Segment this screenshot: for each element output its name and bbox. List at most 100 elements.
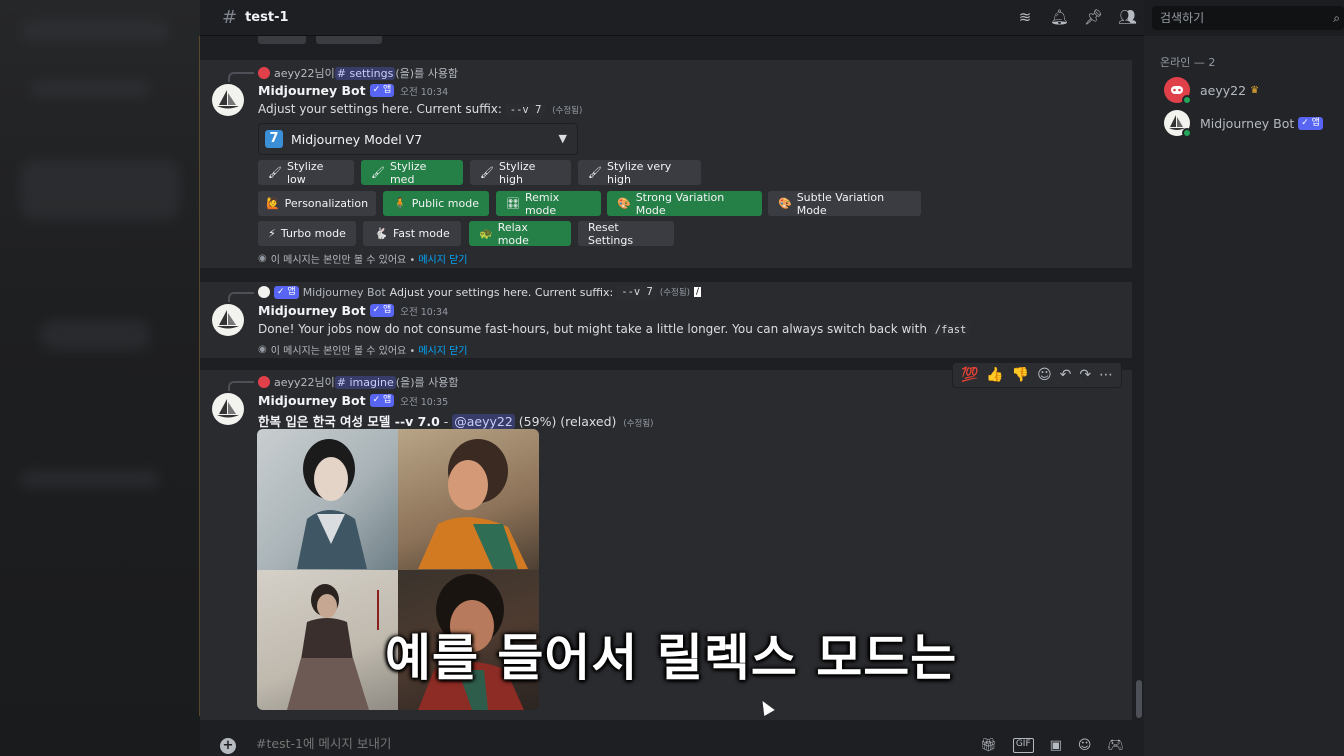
relax-mode-button[interactable]: 🐢 Relax mode [469, 220, 571, 247]
ref-code: --v 7 [617, 285, 657, 299]
crown-icon: ♛ [1250, 84, 1260, 96]
suffix-code: --v 7 [505, 103, 546, 117]
lightning-icon: ⚡ [268, 227, 276, 240]
button-label: Stylize low [286, 159, 324, 186]
button-label: Reset Settings [588, 220, 634, 247]
gif-icon[interactable]: GIF [1012, 738, 1034, 753]
control-knobs-icon: 🎛 [506, 197, 520, 210]
person-standing-icon: 🧍 [393, 197, 407, 210]
bot-avatar[interactable] [212, 84, 244, 116]
turbo-mode-button[interactable]: ⚡ Turbo mode [258, 221, 356, 246]
generated-image[interactable] [257, 429, 398, 570]
channel-name: test-1 [245, 10, 289, 25]
emoji-icon[interactable]: ☺ [1078, 738, 1092, 753]
text: Done! Your jobs now do not consume fast-… [258, 322, 927, 336]
generated-image[interactable] [257, 569, 398, 710]
button-label: Stylize med [389, 159, 427, 186]
edited-label: (수정됨) [659, 288, 690, 298]
ref-text: Adjust your settings here. Current suffi… [389, 285, 614, 299]
button-label: Strong Variation Mode [635, 190, 725, 217]
hundred-reaction-icon[interactable]: 💯 [961, 367, 978, 383]
ephemeral-notice: ◉ 이 메시지는 본인만 볼 수 있어요 • 메시지 닫기 [258, 342, 468, 357]
author-name[interactable]: Midjourney Bot [258, 303, 366, 318]
user-mention[interactable]: @aeyy22 [452, 414, 515, 429]
app-badge: ✓ 앱 [369, 84, 395, 97]
brush-icon: 🖌 [268, 166, 282, 179]
ref-suffix: (을)를 사용함 [395, 67, 459, 80]
message-text: Adjust your settings here. Current suffi… [258, 102, 582, 117]
model-select[interactable]: 7 Midjourney Model V7 ▼ [258, 123, 578, 155]
message-author: Midjourney Bot ✓ 앱 오전 10:34 [258, 303, 448, 318]
author-name[interactable]: Midjourney Bot [258, 393, 366, 408]
command-mention[interactable]: # imagine [334, 375, 396, 389]
bot-avatar[interactable] [212, 304, 244, 336]
reset-settings-button[interactable]: Reset Settings [578, 220, 674, 247]
search-icon: ⌕ [1333, 11, 1340, 25]
subtle-variation-mode-button[interactable]: 🎨 Subtle Variation Mode [768, 190, 921, 217]
select-value: Midjourney Model V7 [291, 131, 423, 147]
command-mention[interactable]: # settings [334, 66, 396, 80]
search-input[interactable]: 검색하기 ⌕ [1152, 6, 1344, 30]
midjourney-boat-icon [217, 90, 239, 109]
gamepad-icon[interactable]: 🎮︎ [1107, 738, 1124, 753]
avatar [1164, 110, 1192, 138]
strong-variation-mode-button[interactable]: 🎨 Strong Variation Mode [607, 190, 762, 217]
button-label: Personalization [284, 197, 369, 210]
author-name[interactable]: Midjourney Bot [258, 83, 366, 98]
brush-icon: 🖌 [480, 166, 494, 179]
fast-mode-button[interactable]: 🐇 Fast mode [363, 221, 461, 246]
sticker-icon[interactable]: ▣ [1050, 738, 1062, 753]
add-reaction-icon[interactable]: ☺ [1037, 367, 1052, 383]
personalization-button[interactable]: 🙋 Personalization [258, 191, 376, 216]
message-input[interactable] [256, 736, 656, 751]
ref-suffix: (을)를 사용함 [395, 376, 459, 389]
thumbs-up-reaction-icon[interactable]: 👍 [986, 367, 1003, 383]
button-label: Relax mode [497, 220, 529, 247]
command-reference: aeyy22 님이 # imagine (을)를 사용함 [228, 374, 459, 391]
text: Adjust your settings here. Current suffi… [258, 102, 502, 116]
stylize-high-button[interactable]: 🖌 Stylize high [470, 160, 571, 186]
button-label: Subtle Variation Mode [796, 190, 885, 217]
ephemeral-text: 이 메시지는 본인만 볼 수 있어요 • [270, 255, 416, 266]
gift-icon[interactable]: 🎁︎ [980, 738, 997, 753]
button-label: Turbo mode [280, 227, 346, 240]
forward-icon[interactable]: ↷ [1079, 367, 1091, 383]
midjourney-boat-icon [217, 399, 239, 418]
public-mode-button[interactable]: 🧍 Public mode [383, 191, 489, 216]
threads-icon[interactable]: ≋ [1016, 8, 1034, 26]
cutoff-button[interactable] [316, 36, 382, 44]
timestamp: 오전 10:34 [400, 86, 449, 98]
progress-text: (59%) (relaxed) [518, 414, 617, 429]
member-item-midjourney-bot[interactable]: Midjourney Bot ✓ 앱 [1164, 109, 1323, 138]
pin-icon[interactable]: 📌︎ [1084, 8, 1103, 26]
reply-icon[interactable]: ↶ [1060, 367, 1072, 383]
scrollbar-thumb[interactable] [1136, 680, 1142, 718]
generated-image[interactable] [398, 429, 539, 570]
button-label: Stylize very high [606, 159, 672, 186]
ref-user[interactable]: aeyy22 [274, 67, 315, 80]
members-icon[interactable]: 👥︎ [1118, 8, 1137, 26]
dash: - [439, 414, 453, 429]
dismiss-message-link[interactable]: 메시지 닫기 [418, 342, 467, 357]
timestamp: 오전 10:35 [400, 396, 449, 408]
brush-icon: 🖌 [588, 166, 602, 179]
bell-icon[interactable]: 🔔︎ [1050, 8, 1069, 26]
member-list: 온라인 — 2 aeyy22 ♛ Midjourney Bot ✓ 앱 [1144, 36, 1344, 756]
rabbit-icon: 🐇 [374, 227, 388, 240]
stylize-very-high-button[interactable]: 🖌 Stylize very high [578, 159, 701, 186]
ref-prefix: 님이 [314, 67, 335, 80]
dismiss-message-link[interactable]: 메시지 닫기 [418, 251, 467, 266]
button-label: Public mode [411, 197, 479, 210]
remix-mode-button[interactable]: 🎛 Remix mode [496, 191, 601, 217]
ref-user[interactable]: aeyy22 [274, 376, 315, 389]
more-icon[interactable]: ⋯ [1099, 367, 1113, 383]
thumbs-down-reaction-icon[interactable]: 👎 [1012, 367, 1029, 383]
stylize-low-button[interactable]: 🖌 Stylize low [258, 159, 354, 186]
user-avatar-icon [258, 67, 270, 79]
cutoff-button[interactable] [258, 36, 306, 44]
ref-author[interactable]: Midjourney Bot [303, 286, 386, 299]
stylize-med-button[interactable]: 🖌 Stylize med [361, 159, 463, 186]
bot-avatar[interactable] [212, 393, 244, 425]
member-item-aeyy22[interactable]: aeyy22 ♛ [1164, 76, 1260, 105]
plus-icon[interactable]: + [220, 738, 236, 754]
